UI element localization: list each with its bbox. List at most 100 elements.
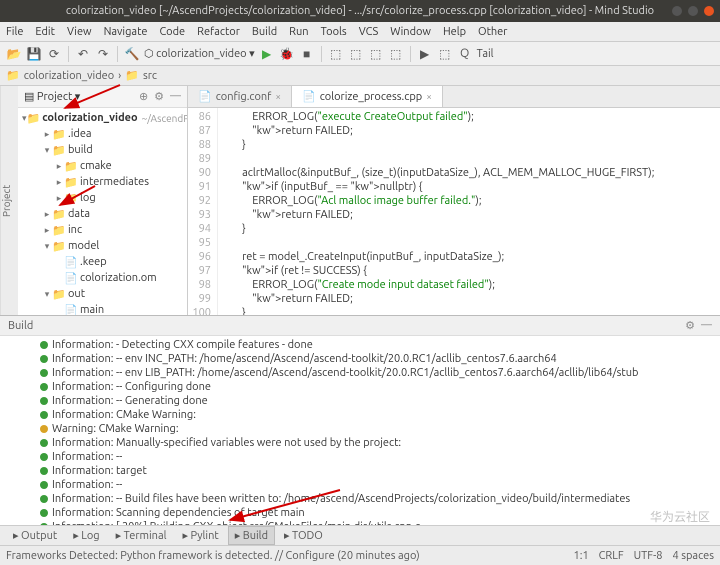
bottom-tab-build[interactable]: ▸ Build	[228, 526, 275, 545]
tree-item[interactable]: ▸📁data	[18, 206, 187, 222]
generic-icon[interactable]: ⬚	[328, 46, 344, 62]
build-line: Information: -- Build files have been wr…	[40, 492, 716, 506]
toolbar: 📂 💾 ⟳ ↶ ↷ 🔨 ⬡ colorization_video ▾ ▶ 🐞 ■…	[0, 42, 720, 66]
gear-icon[interactable]: ⚙	[685, 319, 695, 332]
editor-tab[interactable]: 📄config.conf×	[188, 86, 292, 107]
window-title: colorization_video [~/AscendProjects/col…	[66, 5, 654, 17]
hammer-icon[interactable]: 🔨	[124, 46, 140, 62]
statusbar: Frameworks Detected: Python framework is…	[0, 545, 720, 565]
tree-item[interactable]: ▸📁intermediates	[18, 174, 187, 190]
folder-icon: 📁	[125, 69, 139, 82]
status-item[interactable]: 1:1	[574, 550, 589, 562]
line-gutter: 8687888990919293949596979899100101102103…	[188, 108, 218, 315]
menu-run[interactable]: Run	[289, 26, 308, 38]
build-line: Warning: CMake Warning:	[40, 422, 716, 436]
build-panel: Build ⚙ — Information: - Detecting CXX c…	[0, 315, 720, 525]
tree-item[interactable]: ▸📁inc	[18, 222, 187, 238]
menu-build[interactable]: Build	[252, 26, 277, 38]
build-line: Information: -- Configuring done	[40, 380, 716, 394]
breadcrumb: 📁 colorization_video › 📁 src	[0, 66, 720, 86]
minimize-button[interactable]	[672, 6, 682, 16]
tree-item[interactable]: ▸📁cmake	[18, 158, 187, 174]
close-button[interactable]	[704, 6, 714, 16]
project-tree[interactable]: ▾📁colorization_video~/AscendProjects/col…	[18, 108, 187, 315]
tree-item[interactable]: ▾📁build	[18, 142, 187, 158]
bottom-tab-todo[interactable]: ▸ TODO	[277, 526, 330, 545]
project-header: ▤ Project ▾ ⊕ ⚙ —	[18, 86, 187, 108]
menu-other[interactable]: Other	[478, 26, 507, 38]
menu-refactor[interactable]: Refactor	[197, 26, 240, 38]
menu-navigate[interactable]: Navigate	[104, 26, 148, 38]
build-panel-header: Build ⚙ —	[0, 316, 720, 336]
run-config-selector[interactable]: ⬡ colorization_video ▾	[144, 47, 255, 60]
titlebar: colorization_video [~/AscendProjects/col…	[0, 0, 720, 22]
settings-icon[interactable]: ⚙	[154, 90, 164, 103]
editor-tabs: 📄config.conf×📄colorize_process.cpp×	[188, 86, 720, 108]
tree-item[interactable]: ▾📁out	[18, 286, 187, 302]
generic-icon[interactable]: ⬚	[348, 46, 364, 62]
menu-tools[interactable]: Tools	[321, 26, 347, 38]
bottom-tab-terminal[interactable]: ▸ Terminal	[109, 526, 174, 545]
menu-window[interactable]: Window	[390, 26, 431, 38]
collapse-icon[interactable]: ⊕	[139, 90, 148, 103]
build-output[interactable]: Information: - Detecting CXX compile fea…	[0, 336, 720, 525]
status-message[interactable]: Frameworks Detected: Python framework is…	[6, 550, 420, 562]
hide-panel-icon[interactable]: —	[701, 319, 712, 332]
build-line: Information: CMake Warning:	[40, 408, 716, 422]
hide-icon[interactable]: —	[170, 90, 181, 103]
status-item[interactable]: UTF-8	[634, 550, 663, 562]
generic-icon[interactable]: Q	[457, 46, 473, 62]
bottom-tab-output[interactable]: ▸ Output	[6, 526, 64, 545]
tree-root[interactable]: ▾📁colorization_video~/AscendProjects/col…	[18, 110, 187, 126]
tree-item[interactable]: ▸📁.idea	[18, 126, 187, 142]
generic-icon[interactable]: ⬚	[437, 46, 453, 62]
build-line: Information: -- env LIB_PATH: /home/asce…	[40, 366, 716, 380]
tree-item[interactable]: 📄colorization.om	[18, 270, 187, 286]
tail-label[interactable]: Tail	[477, 48, 494, 60]
code-content[interactable]: ERROR_LOG("execute CreateOutput failed")…	[218, 108, 720, 315]
build-line: Information: [ 20%] Building CXX object …	[40, 520, 716, 525]
maximize-button[interactable]	[688, 6, 698, 16]
window-controls	[672, 6, 714, 16]
build-line: Information: --	[40, 478, 716, 492]
build-line: Information: Manually-specified variable…	[40, 436, 716, 450]
build-line: Information: target	[40, 464, 716, 478]
generic-icon[interactable]: ⬚	[368, 46, 384, 62]
bottom-tab-pylint[interactable]: ▸ Pylint	[176, 526, 226, 545]
project-panel: ▤ Project ▾ ⊕ ⚙ — ▾📁colorization_video~/…	[18, 86, 188, 315]
save-icon[interactable]: 💾	[26, 46, 42, 62]
menu-view[interactable]: View	[67, 26, 92, 38]
editor-tab[interactable]: 📄colorize_process.cpp×	[292, 86, 443, 107]
run-icon[interactable]: ▶	[259, 46, 275, 62]
open-icon[interactable]: 📂	[6, 46, 22, 62]
menu-code[interactable]: Code	[159, 26, 185, 38]
tree-item[interactable]: 📄main	[18, 302, 187, 315]
redo-icon[interactable]: ↷	[95, 46, 111, 62]
menu-help[interactable]: Help	[443, 26, 466, 38]
left-gutter-project[interactable]: Project	[0, 86, 18, 315]
generic-icon[interactable]: ▶	[417, 46, 433, 62]
undo-icon[interactable]: ↶	[75, 46, 91, 62]
menubar: File Edit View Navigate Code Refactor Build Run…	[0, 22, 720, 42]
code-editor[interactable]: 8687888990919293949596979899100101102103…	[188, 108, 720, 315]
bottom-tab-log[interactable]: ▸ Log	[66, 526, 106, 545]
nav-item-root[interactable]: colorization_video	[24, 70, 114, 82]
stop-icon[interactable]: ■	[299, 46, 315, 62]
debug-icon[interactable]: 🐞	[279, 46, 295, 62]
menu-vcs[interactable]: VCS	[359, 26, 379, 38]
build-line: Information: -- Generating done	[40, 394, 716, 408]
build-line: Information: Scanning dependencies of ta…	[40, 506, 716, 520]
tree-item[interactable]: 📄.keep	[18, 254, 187, 270]
build-line: Information: - Detecting CXX compile fea…	[40, 338, 716, 352]
nav-item-src[interactable]: src	[143, 70, 157, 82]
menu-file[interactable]: File	[6, 26, 23, 38]
refresh-icon[interactable]: ⟳	[46, 46, 62, 62]
build-line: Information: -- env INC_PATH: /home/asce…	[40, 352, 716, 366]
bottom-tabs: ▸ Output▸ Log▸ Terminal▸ Pylint▸ Build▸ …	[0, 525, 720, 545]
menu-edit[interactable]: Edit	[35, 26, 55, 38]
status-item[interactable]: 4 spaces	[672, 550, 714, 562]
generic-icon[interactable]: ⬚	[388, 46, 404, 62]
tree-item[interactable]: ▸📁log	[18, 190, 187, 206]
tree-item[interactable]: ▾📁model	[18, 238, 187, 254]
status-item[interactable]: CRLF	[599, 550, 624, 562]
